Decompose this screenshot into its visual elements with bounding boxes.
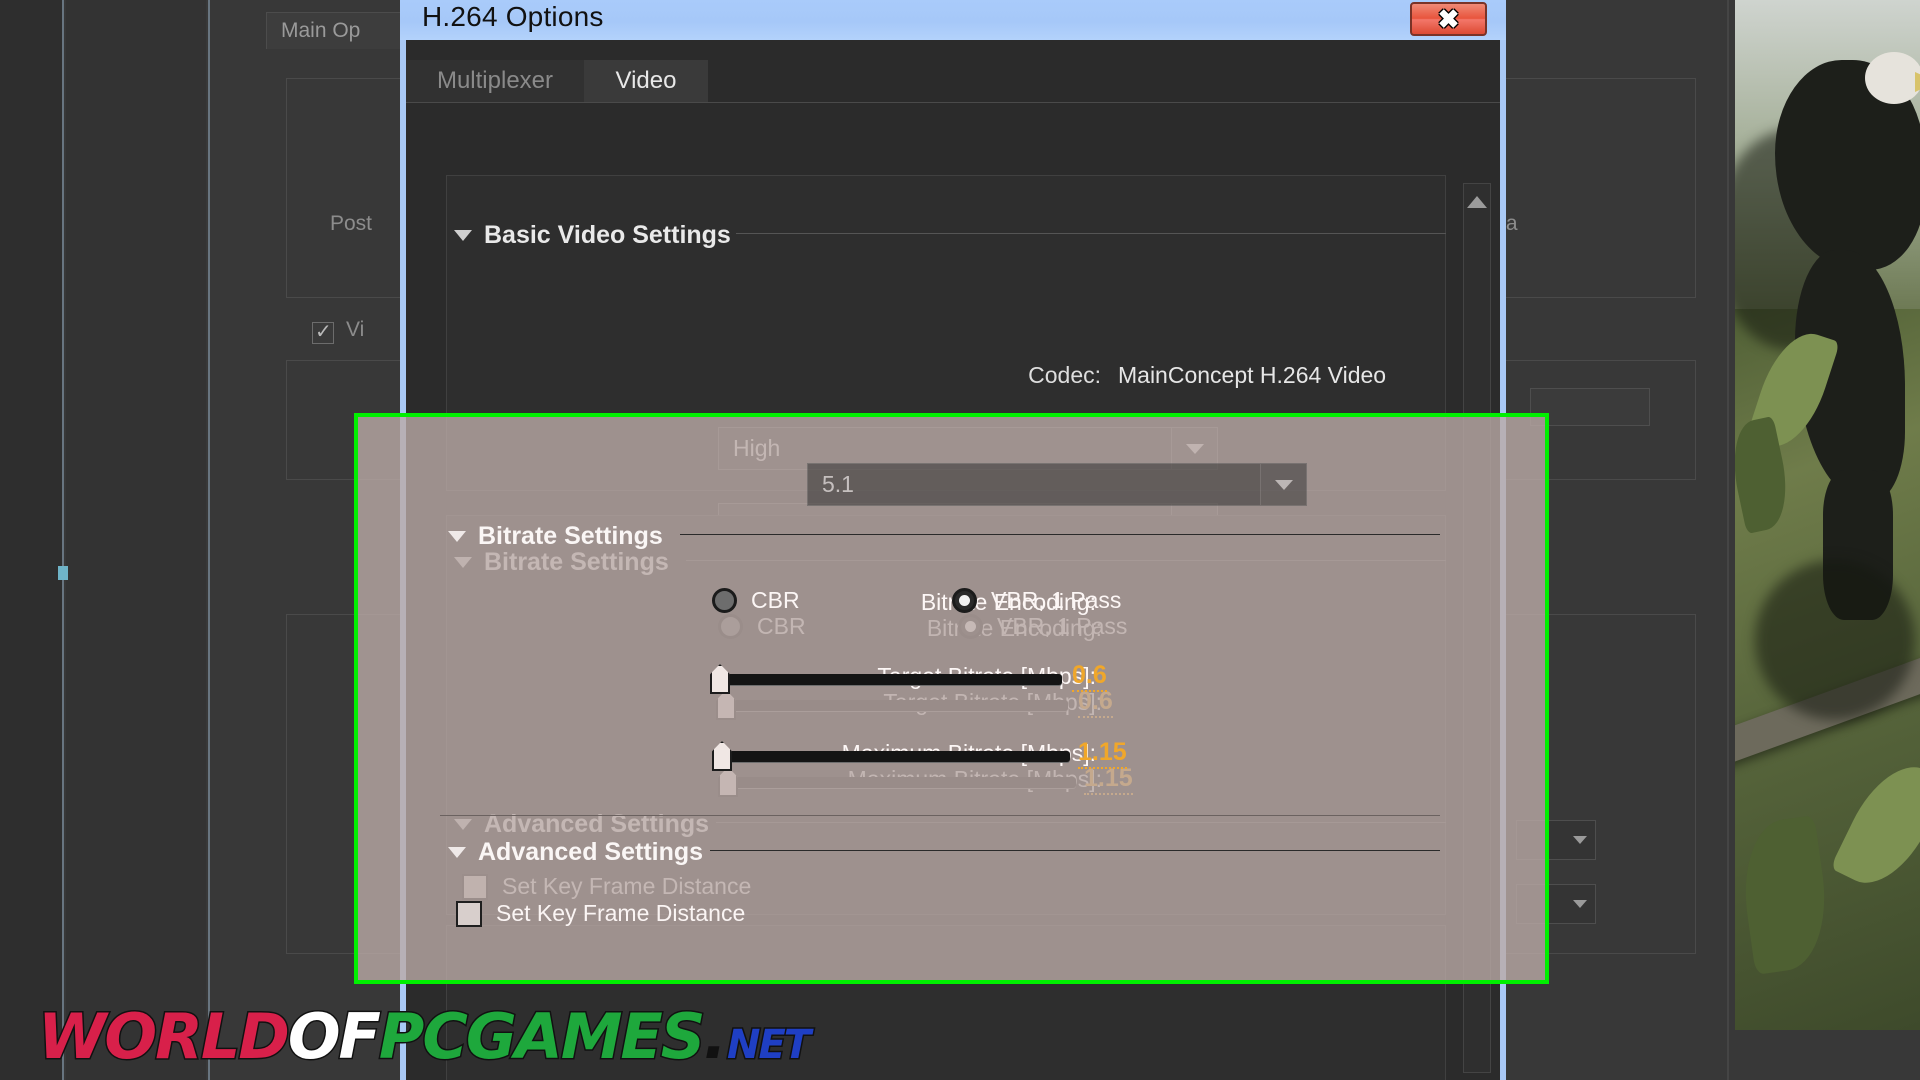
preview-photo (1735, 0, 1920, 1030)
bg-divider-line-2 (208, 0, 210, 1080)
photo-bird-beak (1915, 72, 1920, 92)
close-x-icon: ✖ (1437, 4, 1460, 34)
watermark: WORLD OF PCGAMES . NET (37, 999, 813, 1075)
bg-left-gutter (0, 0, 62, 1080)
scroll-up-arrow-icon[interactable] (1467, 196, 1487, 208)
level-dropdown-button-overlay[interactable] (1260, 464, 1306, 505)
bg-checkbox-video-label: Vi (346, 318, 365, 341)
photo-shadow-2 (1755, 560, 1915, 720)
watermark-world: WORLD (37, 999, 292, 1075)
tab-video-label: Video (615, 67, 677, 94)
close-button[interactable]: ✖ (1410, 2, 1487, 36)
section-title-basic-video: Basic Video Settings (484, 221, 731, 249)
photo-leaf-4 (1735, 815, 1836, 975)
tab-multiplexer-label: Multiplexer (436, 67, 554, 94)
triangle-down-icon[interactable] (454, 230, 472, 241)
watermark-net: NET (725, 1021, 812, 1070)
level-value-overlay: 5.1 (822, 471, 854, 497)
section-rule-basic-video (736, 233, 1446, 234)
codec-value: MainConcept H.264 Video (1118, 362, 1387, 388)
chevron-down-icon (1573, 836, 1587, 844)
tab-multiplexer[interactable]: Multiplexer (406, 60, 584, 102)
bg-checkbox-video[interactable] (312, 319, 334, 344)
section-header-basic-video[interactable]: Basic Video Settings (454, 221, 731, 250)
chevron-down-icon (1274, 479, 1293, 490)
bg-panel-left (66, 0, 206, 1080)
bg-timeline-marker (58, 566, 68, 580)
screenshot-root: Main Op Post ta Vi (0, 0, 1920, 1080)
tab-video[interactable]: Video (584, 60, 708, 102)
bg-button-browse[interactable] (1530, 388, 1650, 426)
watermark-of: OF (286, 999, 382, 1075)
photo-bird-head (1865, 52, 1920, 104)
watermark-dot: . (703, 1000, 727, 1073)
highlight-content-overlay: Level: 5.1 (358, 417, 1545, 980)
bg-divider-line-1 (62, 0, 64, 1080)
highlight-content-copy: Level: 5.1 (358, 417, 1545, 980)
photo-leaf-3 (1830, 751, 1920, 899)
dialog-title: H.264 Options (422, 1, 604, 32)
bg-label-post: Post (330, 212, 373, 235)
dialog-tabstrip: Multiplexer Video (406, 40, 1500, 104)
bg-divider-line-3 (1727, 0, 1729, 1080)
chevron-down-icon (1573, 900, 1587, 908)
level-dropdown-overlay[interactable]: 5.1 (807, 463, 1307, 506)
watermark-pcgames: PCGAMES (377, 999, 707, 1075)
bg-tab-main-options-label: Main Op (281, 19, 361, 42)
codec-label: Codec: (1028, 362, 1101, 388)
